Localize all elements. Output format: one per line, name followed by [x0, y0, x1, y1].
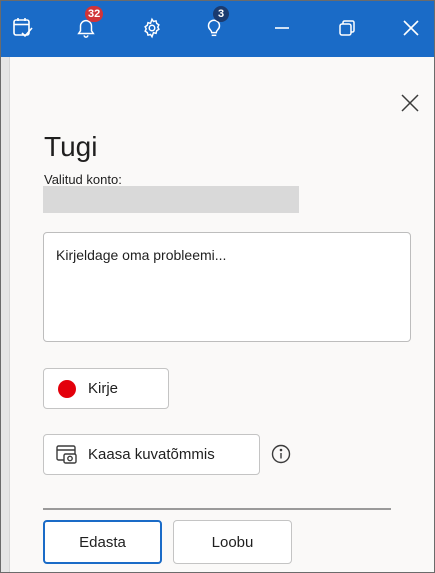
minimize-icon[interactable]	[269, 15, 295, 41]
calendar-check-icon[interactable]	[10, 15, 36, 41]
notifications-button[interactable]: 32	[73, 6, 104, 41]
include-screenshot-button[interactable]: Kaasa kuvatõmmis	[43, 434, 260, 475]
restore-icon[interactable]	[334, 15, 360, 41]
title-bar: 32 3	[1, 1, 434, 57]
cancel-button[interactable]: Loobu	[173, 520, 292, 564]
tips-count-badge: 3	[213, 6, 229, 22]
panel-close-button[interactable]	[399, 92, 421, 114]
include-screenshot-label: Kaasa kuvatõmmis	[88, 446, 215, 463]
account-value	[43, 186, 299, 213]
screenshot-icon	[56, 444, 78, 466]
left-edge-strip	[1, 57, 10, 572]
notification-count-badge: 32	[85, 6, 104, 22]
problem-description-input[interactable]	[43, 232, 411, 342]
account-label: Valitud konto:	[44, 172, 122, 187]
record-button[interactable]: Kirje	[43, 368, 169, 409]
record-label: Kirje	[88, 380, 119, 397]
close-icon	[401, 94, 419, 112]
tips-button[interactable]: 3	[201, 6, 229, 41]
divider	[43, 508, 391, 510]
support-window: 32 3 Tugi Valitud konto: Kirjeldage oma …	[0, 0, 435, 573]
info-icon[interactable]	[271, 444, 291, 464]
close-icon[interactable]	[398, 15, 424, 41]
record-dot-icon	[58, 379, 76, 398]
submit-button[interactable]: Edasta	[43, 520, 162, 564]
gear-icon[interactable]	[139, 15, 165, 41]
panel-title: Tugi	[44, 131, 98, 162]
